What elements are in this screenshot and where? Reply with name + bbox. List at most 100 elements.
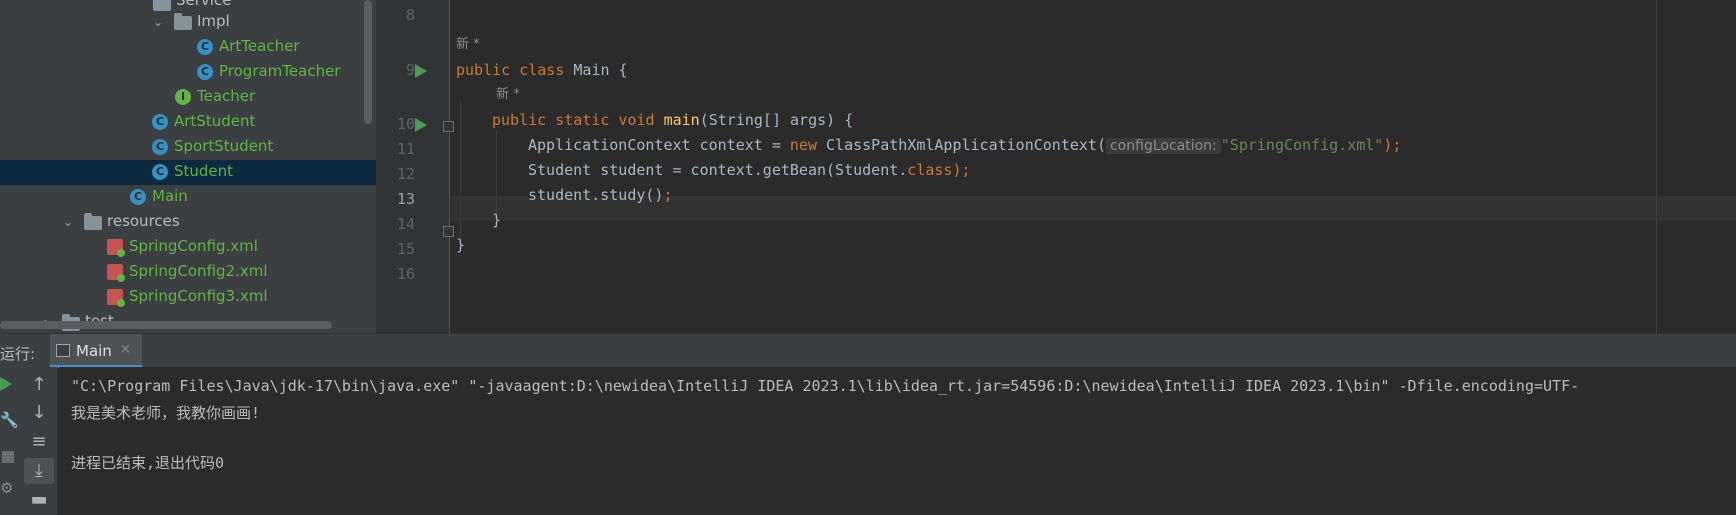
tree-item-programteacher[interactable]: C ProgramTeacher: [0, 60, 376, 85]
stop-icon[interactable]: [2, 451, 14, 463]
class-icon: C: [152, 114, 168, 130]
tree-item-label: Student: [174, 162, 234, 180]
tree-item-artteacher[interactable]: C ArtTeacher: [0, 35, 376, 60]
author-hint[interactable]: 新 *: [456, 33, 480, 52]
spring-xml-icon: [107, 239, 125, 257]
line-number: 14: [396, 215, 415, 233]
code-line-10: public static void main(String[] args) {: [492, 108, 853, 133]
tree-item-label: SpringConfig3.xml: [129, 287, 268, 305]
tree-item-label: ProgramTeacher: [219, 62, 341, 80]
class-icon: C: [197, 39, 213, 55]
code-line-15: }: [456, 233, 465, 258]
tree-item-label: SpringConfig.xml: [129, 237, 258, 255]
fold-marker-icon[interactable]: [443, 121, 454, 132]
run-class-icon[interactable]: [415, 64, 427, 78]
keyword: class: [907, 161, 953, 179]
main-class-icon: C: [130, 189, 146, 205]
code-text: }: [492, 211, 502, 229]
tree-item-sportstudent[interactable]: C SportStudent: [0, 135, 376, 160]
tree-item-impl[interactable]: ⌄ Impl: [0, 10, 376, 35]
code-editor[interactable]: 8 9 10 11 12 13 14 15 16 新 * public clas…: [376, 0, 1736, 333]
class-icon: C: [152, 164, 168, 180]
line-number: 8: [405, 6, 415, 24]
tree-item-label: ArtStudent: [174, 112, 256, 130]
author-hint[interactable]: 新 *: [496, 83, 520, 102]
line-number: 9: [405, 61, 415, 79]
console-line: "C:\Program Files\Java\jdk-17\bin\java.e…: [71, 377, 1580, 395]
line-number: 12: [396, 165, 415, 183]
resources-folder-icon: [84, 213, 102, 230]
project-tree-panel: Service ⌄ Impl C ArtTeacher C ProgramTea…: [0, 0, 376, 333]
line-number: 15: [396, 240, 415, 258]
tree-item-springconfig[interactable]: SpringConfig.xml: [0, 235, 376, 260]
console-tab-icon: [56, 344, 70, 357]
print-icon[interactable]: ▬: [24, 487, 54, 513]
tree-item-resources[interactable]: ⌄ resources: [0, 210, 376, 235]
rerun-icon[interactable]: [0, 377, 12, 391]
run-side-toolbar: 🔧 ⚙: [0, 367, 20, 515]
tree-item-label: Teacher: [197, 87, 256, 105]
tree-horizontal-scrollbar[interactable]: [0, 321, 332, 329]
code-text: );: [1383, 136, 1402, 154]
arrow-up-icon[interactable]: ↑: [24, 372, 54, 398]
tree-item-springconfig3[interactable]: SpringConfig3.xml: [0, 285, 376, 310]
tree-item-label: SpringConfig2.xml: [129, 262, 268, 280]
arrow-down-icon[interactable]: ↓: [24, 400, 54, 426]
tree-item-label: resources: [107, 212, 180, 230]
line-number: 13: [396, 190, 415, 208]
keyword: public static void: [492, 111, 655, 129]
tree-vertical-scrollbar[interactable]: [364, 0, 372, 124]
run-method-icon[interactable]: [415, 118, 427, 132]
chevron-down-icon[interactable]: ⌄: [62, 216, 74, 228]
fold-marker-icon[interactable]: [443, 226, 454, 237]
parameter-hint: configLocation:: [1105, 138, 1221, 154]
code-text: );: [952, 161, 971, 179]
string-literal: "SpringConfig.xml": [1220, 136, 1384, 154]
tree-item-label: Impl: [197, 12, 230, 30]
tree-item-main[interactable]: C Main: [0, 185, 376, 210]
tree-item-label: SportStudent: [174, 137, 274, 155]
chevron-down-icon[interactable]: ⌄: [152, 16, 164, 28]
close-icon[interactable]: ×: [120, 342, 131, 357]
code-text: (String[] args) {: [699, 111, 854, 129]
tree-item-springconfig2[interactable]: SpringConfig2.xml: [0, 260, 376, 285]
code-line-13: student.study();: [528, 183, 673, 208]
code-line-11: ApplicationContext context = new ClassPa…: [528, 133, 1401, 158]
right-margin-guide: [1656, 0, 1657, 333]
editor-gutter: 8 9 10 11 12 13 14 15 16: [376, 0, 454, 333]
line-number: 16: [396, 265, 415, 283]
method-name: main: [663, 111, 700, 129]
code-text: ApplicationContext context =: [528, 136, 790, 154]
run-tab-main[interactable]: Main ×: [50, 334, 142, 368]
code-text: student.study(): [528, 186, 664, 204]
wrench-icon[interactable]: 🔧: [0, 411, 19, 429]
line-number: 11: [396, 140, 415, 158]
scroll-to-end-icon[interactable]: ⤓: [24, 458, 54, 484]
class-icon: C: [197, 64, 213, 80]
line-number: 10: [396, 115, 415, 133]
run-tab-label: Main: [76, 342, 112, 360]
console-line: 进程已结束,退出代码0: [71, 454, 225, 472]
tree-item-label: Main: [152, 187, 188, 205]
code-line-14: }: [492, 208, 501, 233]
console-toolbar: ↑ ↓ ≡ ⤓ ▬: [20, 367, 58, 515]
soft-wrap-icon[interactable]: ≡: [24, 429, 54, 455]
run-panel-label: 运行:: [0, 345, 36, 363]
tree-item-teacher[interactable]: I Teacher: [0, 85, 376, 110]
code-text: }: [456, 236, 466, 254]
spring-xml-icon: [107, 289, 125, 307]
code-text: Main {: [564, 61, 628, 79]
code-text: ;: [663, 186, 673, 204]
keyword: new: [789, 136, 817, 154]
code-text: ClassPathXmlApplicationContext(: [817, 136, 1106, 154]
code-line-12: Student student = context.getBean(Studen…: [528, 158, 971, 183]
indent-guide: [460, 100, 461, 250]
package-folder-icon: [174, 13, 192, 30]
tree-item-label: Service: [176, 0, 232, 9]
spring-xml-icon: [107, 264, 125, 282]
console-output[interactable]: "C:\Program Files\Java\jdk-17\bin\java.e…: [59, 367, 1736, 515]
tree-item-artstudent[interactable]: C ArtStudent: [0, 110, 376, 135]
class-icon: C: [152, 139, 168, 155]
settings-icon[interactable]: ⚙: [0, 479, 13, 497]
tree-item-student[interactable]: C Student: [0, 160, 376, 185]
